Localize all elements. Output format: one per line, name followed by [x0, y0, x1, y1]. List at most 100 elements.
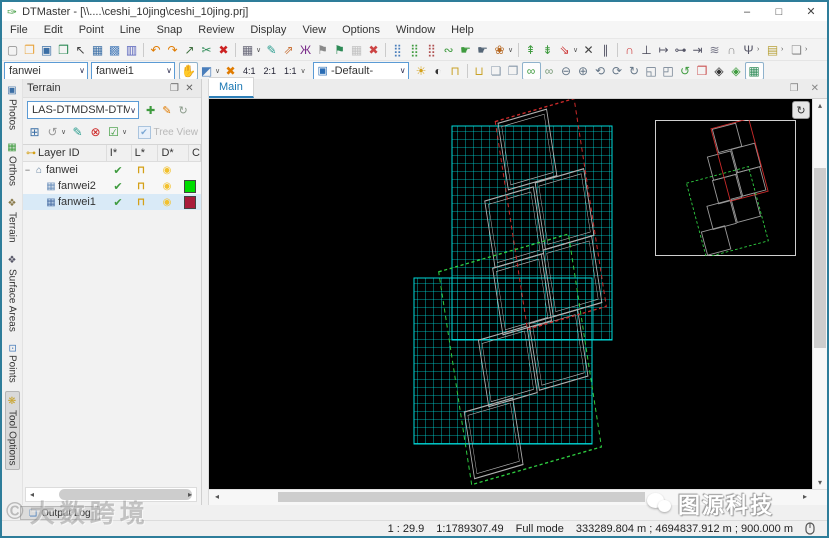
- mdi-close-icon[interactable]: ✕: [811, 83, 819, 94]
- sublayer-combo[interactable]: fanwei1 ∨: [91, 61, 175, 80]
- column-import[interactable]: I*: [107, 145, 132, 161]
- tree-view-toggle[interactable]: ✔ Tree View: [137, 125, 198, 139]
- add-layer-icon[interactable]: ⊞: [26, 124, 43, 140]
- menu-item[interactable]: Point: [71, 24, 112, 36]
- side-tab[interactable]: ❋ Tool Options: [4, 390, 20, 471]
- overview-minimap[interactable]: [655, 120, 796, 256]
- maximize-button[interactable]: □: [763, 2, 795, 21]
- rotate-right-icon[interactable]: ⟳: [609, 63, 626, 79]
- menu-item[interactable]: Line: [112, 24, 149, 36]
- hand-globe-icon[interactable]: ☛: [474, 42, 491, 58]
- dataset-combo[interactable]: LAS-DTMDSM-DTM ∨: [27, 101, 139, 119]
- scroll-left-icon[interactable]: ◂: [211, 490, 223, 504]
- point-columns-icon[interactable]: ▥: [123, 42, 140, 58]
- vertical-scroll-thumb[interactable]: [814, 168, 826, 348]
- photo-pair-icon[interactable]: ▩: [106, 42, 123, 58]
- link-start-icon[interactable]: ↦: [655, 42, 672, 58]
- bulb-icon[interactable]: ◉: [163, 165, 172, 176]
- dropdown-chevron-icon[interactable]: ∨: [256, 46, 263, 54]
- link-end-icon[interactable]: ⇥: [689, 42, 706, 58]
- check-icon[interactable]: ✔: [113, 181, 122, 193]
- bulb-icon[interactable]: ◉: [163, 197, 172, 208]
- stereo-glasses-icon[interactable]: ◈: [711, 63, 728, 79]
- side-tab[interactable]: ▦ Orthos: [6, 138, 19, 190]
- menu-item[interactable]: Edit: [36, 24, 71, 36]
- export-tile-icon[interactable]: ⇗: [280, 42, 297, 58]
- check-icon[interactable]: ✔: [113, 197, 122, 209]
- scroll-left-icon[interactable]: ◂: [26, 490, 38, 499]
- save-icon[interactable]: ▣: [38, 42, 55, 58]
- layer-combo[interactable]: fanwei ∨: [4, 61, 88, 80]
- creep-tool-icon[interactable]: ∾: [440, 42, 457, 58]
- side-tab[interactable]: ▣ Photos: [6, 81, 19, 134]
- edit-dataset-icon[interactable]: ✎: [162, 104, 171, 117]
- dropdown-chevron-icon[interactable]: ∨: [61, 128, 68, 136]
- stitch-tool-icon[interactable]: ≋: [706, 42, 723, 58]
- map-frame-icon[interactable]: ▦: [744, 61, 764, 80]
- column-display[interactable]: D*: [158, 145, 190, 161]
- day-night-icon[interactable]: ☀: [413, 63, 430, 79]
- delete-layer-icon[interactable]: ⊗: [87, 124, 104, 140]
- open-lock-icon[interactable]: ⊓: [137, 197, 145, 208]
- zoom-in-icon[interactable]: ⊕: [575, 63, 592, 79]
- panel-horizontal-scrollbar[interactable]: ◂ ▸: [25, 487, 197, 502]
- unlock-icon[interactable]: ⊔: [471, 63, 488, 79]
- zoom-out-icon[interactable]: ⊖: [558, 63, 575, 79]
- color-swatch[interactable]: [184, 195, 196, 209]
- refresh-view-icon[interactable]: ↺: [677, 63, 694, 79]
- view-orientation-button[interactable]: ↻: [792, 101, 810, 119]
- ghost-grid-icon[interactable]: ▦: [348, 42, 365, 58]
- dropdown-chevron-icon[interactable]: ›: [781, 46, 788, 53]
- panel-splitter[interactable]: [202, 79, 209, 505]
- layer-row[interactable]: ▦ fanwei1 ✔ ⊓ ◉: [23, 194, 201, 210]
- move-vertex-icon[interactable]: ↗: [181, 42, 198, 58]
- scroll-right-icon[interactable]: ▸: [184, 490, 196, 499]
- grid-menu-icon[interactable]: ▦: [239, 42, 256, 58]
- display-mode-combo[interactable]: ▣ -Default- ∨: [312, 61, 409, 80]
- tab-output-log[interactable]: ❏ Output Log: [20, 506, 100, 520]
- stereo-pair-icon[interactable]: ∞: [521, 61, 541, 80]
- side-tab[interactable]: ❖ Surface Areas: [6, 251, 19, 336]
- rotate-view-icon[interactable]: ↻: [626, 63, 643, 79]
- open-folder-icon[interactable]: ❐: [21, 42, 38, 58]
- float-panel-icon[interactable]: ❐: [167, 83, 182, 94]
- zoom-ratio-label[interactable]: 1:1: [280, 66, 301, 76]
- import-photo-icon[interactable]: ❒: [55, 42, 72, 58]
- bulb-icon[interactable]: ◉: [163, 181, 172, 192]
- side-tab[interactable]: ❖ Terrain: [6, 194, 19, 247]
- vertical-scrollbar[interactable]: ▴ ▾: [812, 99, 827, 489]
- map-viewport[interactable]: ↻: [209, 99, 812, 489]
- branch-tool-icon[interactable]: Ψ: [740, 42, 757, 58]
- gradient-icon[interactable]: ◐: [430, 63, 447, 79]
- clear-points-icon[interactable]: ✖: [365, 42, 382, 58]
- pan-hand-icon[interactable]: ✋: [179, 61, 198, 80]
- matrix-blue-icon[interactable]: ⣿: [389, 42, 406, 58]
- dropdown-chevron-icon[interactable]: ∨: [508, 46, 515, 54]
- rotate-left-icon[interactable]: ⟲: [592, 63, 609, 79]
- measure-icon[interactable]: Ж: [297, 42, 314, 58]
- dropdown-chevron-icon[interactable]: ∨: [301, 67, 308, 75]
- panel-scroll-thumb[interactable]: [59, 489, 192, 500]
- dropdown-chevron-icon[interactable]: ›: [805, 46, 812, 53]
- menu-item[interactable]: Options: [334, 24, 388, 36]
- edit-surface-icon[interactable]: ✎: [263, 42, 280, 58]
- flag-down-icon[interactable]: ⚑: [331, 42, 348, 58]
- column-layer-id[interactable]: ⊶ Layer ID: [23, 145, 107, 161]
- flip-h-icon[interactable]: ◱: [643, 63, 660, 79]
- dropdown-chevron-icon[interactable]: ∨: [215, 67, 222, 75]
- grow-plant-2-icon[interactable]: ⇟: [539, 42, 556, 58]
- menu-item[interactable]: View: [294, 24, 334, 36]
- expander-icon[interactable]: −: [23, 165, 32, 175]
- refresh-layers-icon[interactable]: ↺: [44, 124, 61, 140]
- magnet-2-icon[interactable]: ∩: [723, 42, 740, 58]
- redo-icon[interactable]: ↷: [164, 42, 181, 58]
- grow-plant-icon[interactable]: ⇞: [522, 42, 539, 58]
- dem-layers-icon[interactable]: ▤: [764, 42, 781, 58]
- menu-item[interactable]: File: [2, 24, 36, 36]
- edit-layer-icon[interactable]: ✎: [69, 124, 86, 140]
- mdi-restore-icon[interactable]: ❐: [790, 83, 799, 94]
- menu-item[interactable]: Display: [242, 24, 294, 36]
- hand-point-icon[interactable]: ☛: [457, 42, 474, 58]
- open-lock-icon[interactable]: ⊓: [137, 181, 145, 192]
- matrix-red-icon[interactable]: ⣿: [423, 42, 440, 58]
